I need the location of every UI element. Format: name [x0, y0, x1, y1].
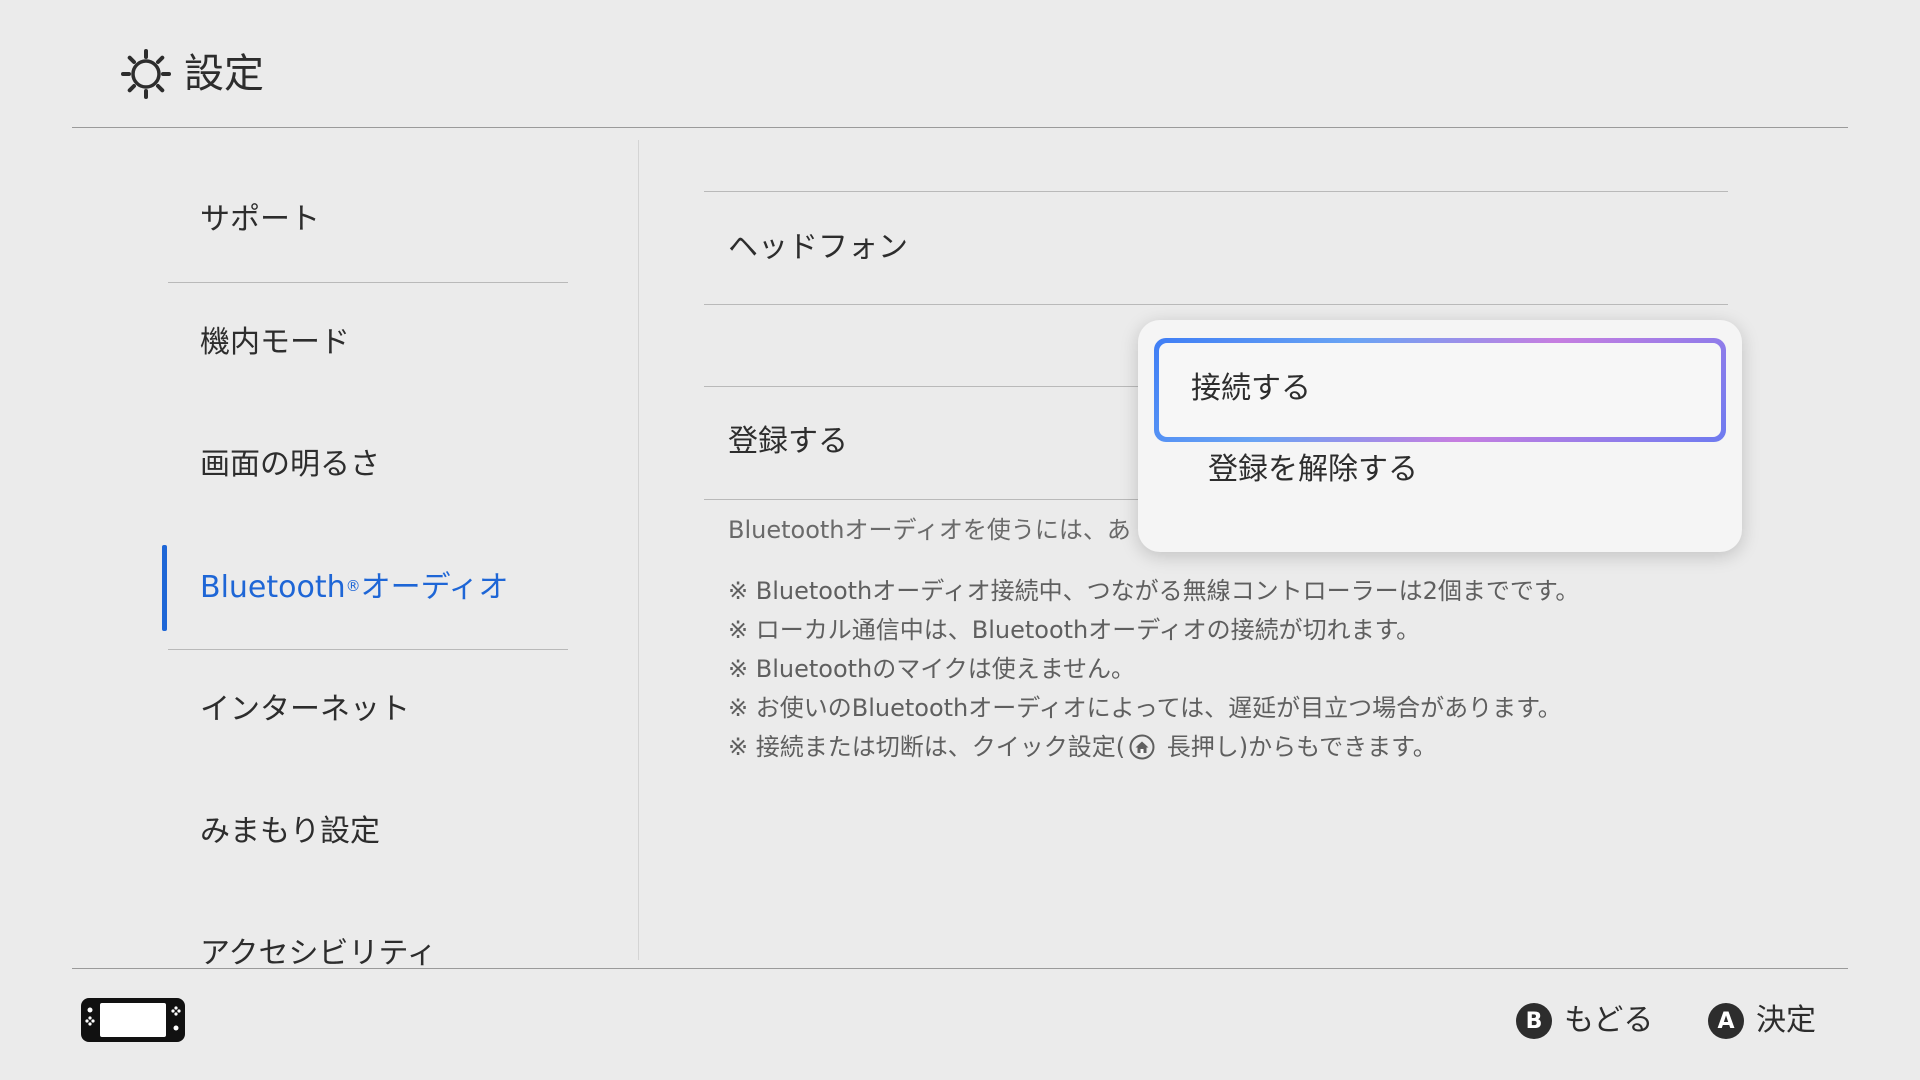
switch-console-icon [81, 998, 185, 1042]
back-button[interactable]: B もどる [1516, 997, 1653, 1045]
home-button-icon [1129, 734, 1155, 760]
list-divider [704, 191, 1728, 192]
sidebar-item-label: サポート [200, 202, 320, 237]
b-button-icon: B [1516, 1003, 1552, 1039]
footer-divider [72, 968, 1848, 969]
note-line: ※ お使いのBluetoothオーディオによっては、遅延が目立つ場合があります。 [728, 694, 1562, 722]
description-text: Bluetoothオーディオを使うには、あ [728, 516, 1131, 544]
sidebar-item-internet[interactable]: インターネット [200, 690, 410, 730]
sidebar-item-label: 画面の明るさ [200, 447, 380, 482]
sidebar-item-label: アクセシビリティ [200, 936, 437, 968]
notes: ※ Bluetoothオーディオ接続中、つながる無線コントローラーは2個までです… [728, 572, 1579, 767]
note-line-last: ※ 接続または切断は、クイック設定( 長押し)からもできます。 [728, 728, 1579, 767]
sidebar-item-label: インターネット [200, 692, 410, 727]
sidebar-item-label: 機内モード [200, 325, 350, 360]
register-button[interactable]: 登録する [728, 422, 848, 462]
sidebar-item-bluetooth-audio[interactable]: Bluetooth®オーディオ [200, 568, 509, 608]
header: 設定 [0, 0, 1920, 128]
device-name: ヘッドフォン [728, 230, 908, 265]
page-title: 設定 [184, 51, 264, 97]
registered-mark: ® [345, 577, 361, 595]
note-line: ※ Bluetoothオーディオ接続中、つながる無線コントローラーは2個までです… [728, 577, 1580, 605]
sidebar: サポート 機内モード 画面の明るさ Bluetooth®オーディオ インターネッ… [0, 128, 638, 968]
sidebar-divider [168, 282, 568, 283]
a-button-icon: A [1708, 1003, 1744, 1039]
ok-label: 決定 [1756, 1003, 1816, 1038]
unregister-menu-item[interactable]: 登録を解除する [1154, 442, 1726, 502]
pane-divider [638, 140, 639, 960]
ok-button[interactable]: A 決定 [1708, 997, 1816, 1045]
sidebar-item-accessibility[interactable]: アクセシビリティ [200, 934, 437, 968]
sidebar-item-parental-controls[interactable]: みまもり設定 [200, 812, 380, 852]
sidebar-divider [168, 649, 568, 650]
gear-icon [121, 49, 171, 99]
note-line: ※ ローカル通信中は、Bluetoothオーディオの接続が切れます。 [728, 616, 1421, 644]
active-indicator [162, 545, 167, 631]
back-label: もどる [1564, 1003, 1654, 1038]
sidebar-item-airplane-mode[interactable]: 機内モード [200, 323, 350, 363]
note-text: 長押し)からもできます。 [1159, 733, 1437, 761]
list-divider [704, 304, 1728, 305]
sidebar-item-brightness[interactable]: 画面の明るさ [200, 445, 380, 485]
sidebar-item-label: みまもり設定 [200, 814, 380, 849]
menu-item-label: 接続する [1159, 343, 1721, 437]
note-line: ※ Bluetoothのマイクは使えません。 [728, 655, 1136, 683]
sidebar-item-label: Bluetooth [200, 570, 346, 605]
sidebar-item-label-suffix: オーディオ [360, 570, 509, 605]
sidebar-item-support[interactable]: サポート [200, 200, 320, 240]
note-text: ※ 接続または切断は、クイック設定( [728, 733, 1126, 761]
connect-menu-item[interactable]: 接続する [1154, 338, 1726, 442]
context-menu: 接続する 登録を解除する [1138, 320, 1742, 552]
